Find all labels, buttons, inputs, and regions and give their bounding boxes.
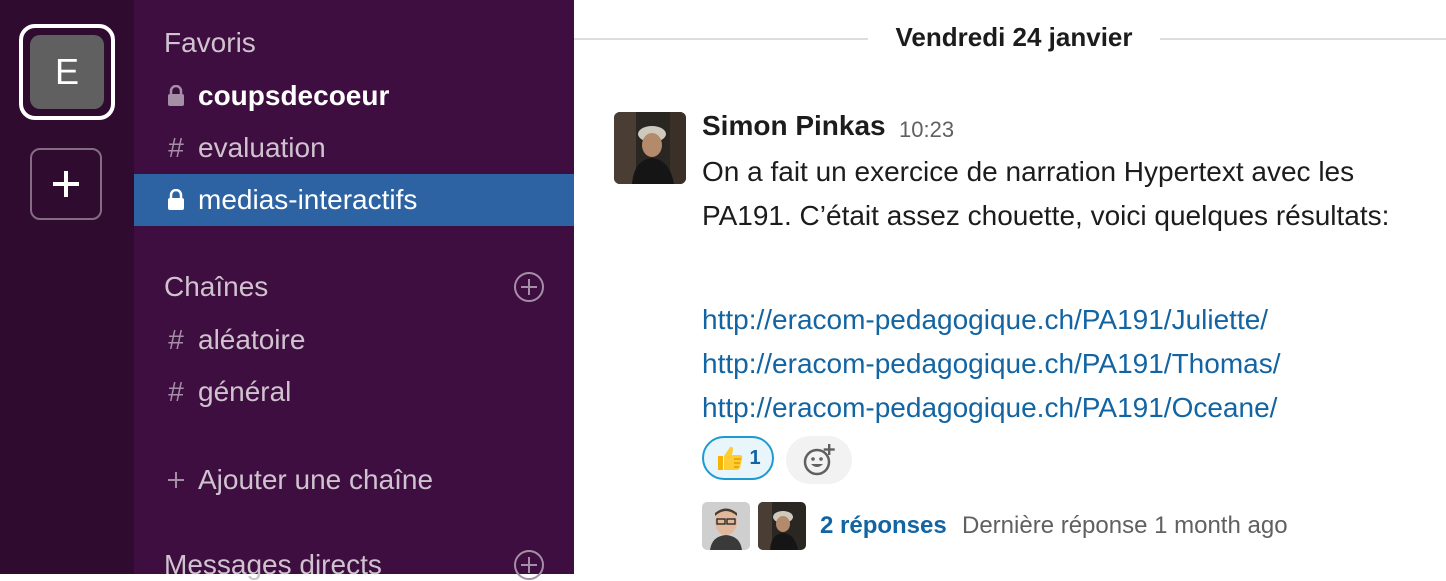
add-emoji-icon <box>803 444 835 476</box>
favorites-section-title[interactable]: Favoris <box>164 27 256 59</box>
add-direct-message-icon[interactable] <box>513 549 545 581</box>
sidebar-item-general[interactable]: # général <box>134 366 574 418</box>
add-channel-button[interactable]: Ajouter une chaîne <box>134 454 574 506</box>
plus-icon <box>53 171 79 197</box>
workspace-switcher-button[interactable]: E <box>30 35 104 109</box>
message-pane: Vendredi 24 janvier Simon Pinkas 10:23 O… <box>574 0 1446 574</box>
plus-icon <box>164 471 188 489</box>
message-text: On a fait un exercice de narration Hyper… <box>702 156 1390 231</box>
message-author[interactable]: Simon Pinkas <box>702 110 886 142</box>
message-link[interactable]: http://eracom-pedagogique.ch/PA191/Ocean… <box>702 386 1281 430</box>
thread-last-reply: Dernière réponse 1 month ago <box>962 512 1288 539</box>
add-workspace-button[interactable] <box>30 148 102 220</box>
message-link[interactable]: http://eracom-pedagogique.ch/PA191/Thoma… <box>702 342 1281 386</box>
channels-section-title[interactable]: Chaînes <box>164 271 268 303</box>
lock-icon <box>164 85 188 107</box>
message-timestamp[interactable]: 10:23 <box>899 117 954 143</box>
sidebar-item-coupsdecoeur[interactable]: coupsdecoeur <box>134 70 574 122</box>
hash-icon: # <box>168 324 184 355</box>
message-link[interactable]: http://eracom-pedagogique.ch/PA191/Julie… <box>702 298 1281 342</box>
sidebar-item-medias-interactifs[interactable]: medias-interactifs <box>134 174 574 226</box>
reaction-thumbs-up[interactable]: 1 <box>702 436 774 480</box>
date-divider[interactable]: Vendredi 24 janvier <box>574 22 1446 53</box>
avatar[interactable] <box>614 112 686 184</box>
sidebar-item-evaluation[interactable]: # evaluation <box>134 122 574 174</box>
add-channel-label: Ajouter une chaîne <box>198 464 434 495</box>
thumbs-up-icon <box>718 446 743 470</box>
channel-sidebar: Favoris coupsdecoeur # evaluation medias… <box>134 0 574 580</box>
direct-messages-section-title[interactable]: Messages directs <box>164 549 382 581</box>
sidebar-item-label: medias-interactifs <box>198 184 418 215</box>
workspace-initial: E <box>54 51 79 92</box>
thread-participant-avatar[interactable] <box>702 502 750 550</box>
sidebar-item-label: coupsdecoeur <box>198 80 390 111</box>
sidebar-item-label: aléatoire <box>198 324 306 355</box>
message-links: http://eracom-pedagogique.ch/PA191/Julie… <box>702 298 1281 430</box>
sidebar-item-aleatoire[interactable]: # aléatoire <box>134 314 574 366</box>
workspace-rail: E <box>0 0 134 574</box>
reaction-count: 1 <box>749 446 761 469</box>
thread-participant-avatar[interactable] <box>758 502 806 550</box>
hash-icon: # <box>168 132 184 163</box>
hash-icon: # <box>168 376 184 407</box>
thread-replies-link[interactable]: 2 réponses <box>820 512 947 540</box>
sidebar-item-label: evaluation <box>198 132 326 163</box>
lock-icon <box>164 189 188 211</box>
add-channel-icon[interactable] <box>513 271 545 303</box>
add-reaction-button[interactable] <box>786 436 852 484</box>
sidebar-item-label: général <box>198 376 292 407</box>
